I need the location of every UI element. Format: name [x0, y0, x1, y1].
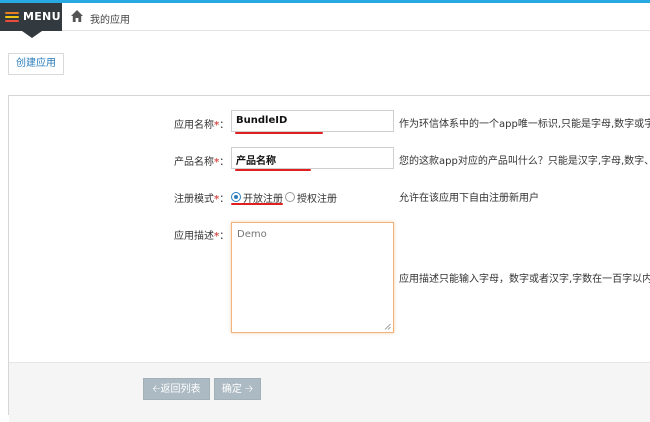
- breadcrumb-my-apps[interactable]: 我的应用: [90, 11, 130, 26]
- back-to-list-button[interactable]: 🡠返回列表: [143, 378, 210, 400]
- register-authorized-label[interactable]: 授权注册: [297, 190, 337, 205]
- confirm-button[interactable]: 确定 🡢: [214, 378, 261, 400]
- app-name-label: 应用名称*：: [174, 120, 230, 131]
- app-name-hint: 作为环信体系中的一个app唯一标识,只能是字母,数字或字母: [399, 119, 650, 130]
- register-open-radio[interactable]: [231, 192, 241, 202]
- register-authorized-radio[interactable]: [285, 192, 295, 202]
- menu-toggle-button[interactable]: MENU: [0, 3, 62, 31]
- register-mode-label: 注册模式*：: [174, 194, 230, 205]
- form-actions-bar: 🡠返回列表 确定 🡢: [9, 362, 650, 422]
- create-app-button[interactable]: 创建应用: [8, 53, 64, 75]
- home-icon[interactable]: [70, 9, 84, 23]
- app-name-input[interactable]: BundleID: [231, 110, 394, 132]
- resize-grip-icon[interactable]: [384, 323, 391, 330]
- description-text: Demo: [237, 229, 267, 240]
- menu-icon: [5, 12, 19, 22]
- menu-tip-arrow: [22, 31, 42, 38]
- product-name-hint: 您的这款app对应的产品叫什么？只能是汉字,字母,数字、横: [399, 156, 650, 167]
- arrow-right-icon: 🡢: [245, 384, 254, 395]
- top-navbar: MENU 我的应用: [0, 3, 650, 38]
- product-name-input[interactable]: 产品名称: [231, 147, 394, 169]
- menu-label: MENU: [23, 10, 61, 23]
- product-name-label: 产品名称*：: [174, 157, 230, 168]
- app-form-panel: 应用名称*： BundleID 作为环信体系中的一个app唯一标识,只能是字母,…: [8, 95, 650, 422]
- arrow-left-icon: 🡠: [152, 384, 161, 395]
- register-mode-hint: 允许在该应用下自由注册新用户: [399, 193, 539, 204]
- description-label: 应用描述*：: [174, 231, 230, 242]
- product-name-annotation-underline: [235, 169, 311, 171]
- description-hint: 应用描述只能输入字母，数字或者汉字,字数在一百字以内!: [399, 274, 650, 285]
- register-mode-annotation-underline: [231, 203, 283, 205]
- app-name-annotation-underline: [235, 132, 323, 134]
- description-textarea[interactable]: Demo: [231, 222, 394, 333]
